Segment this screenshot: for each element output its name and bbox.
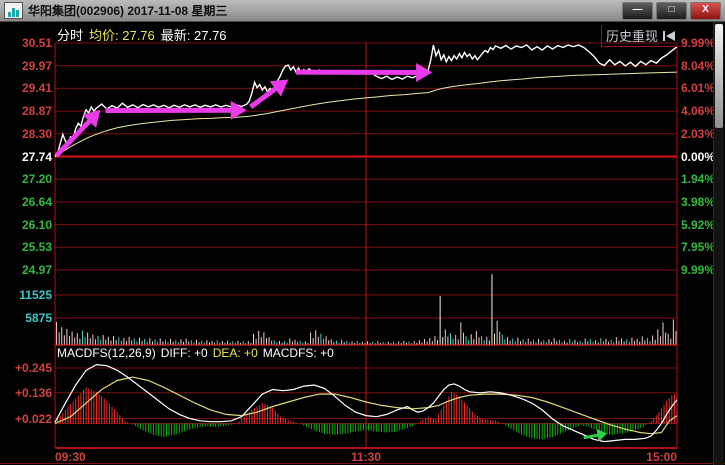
price-axis-label: 25.53 [22,240,52,254]
time-axis-label: 15:00 [646,450,677,464]
price-axis-label: 26.10 [22,218,52,232]
vertical-scrollbar[interactable] [713,22,724,465]
percent-axis-label: 4.06% [681,104,715,118]
price-axis-label: 29.41 [22,81,52,95]
intraday-chart[interactable] [0,0,725,465]
percent-axis-label: 3.98% [681,195,715,209]
percent-axis-label: 9.99% [681,263,715,277]
price-axis-label: 27.74 [22,150,52,164]
app-icon [4,2,23,19]
maximize-button[interactable]: □ [656,2,687,20]
percent-axis-label: 8.04% [681,59,715,73]
window-controls: — □ X [622,2,721,20]
time-axis-label: 09:30 [55,450,86,464]
price-axis-label: 28.30 [22,127,52,141]
window-title: 华阳集团(002906) 2017-11-08 星期三 [28,2,227,19]
percent-axis-label: 9.99% [681,36,715,50]
macd-axis-label: +0.245 [15,361,52,375]
close-button[interactable]: X [690,2,721,20]
minimize-button[interactable]: — [622,2,653,20]
price-axis-label: 28.87 [22,104,52,118]
volume-axis-label: 11525 [19,288,52,302]
price-axis-label: 29.97 [22,59,52,73]
percent-axis-label: 0.00% [681,150,715,164]
price-axis-label: 24.97 [22,263,52,277]
percent-axis-label: 2.03% [681,127,715,141]
quote-info-row: 分时均价: 27.76 最新: 27.76 [57,25,233,44]
title-bar: 华阳集团(002906) 2017-11-08 星期三 — □ X [0,0,725,22]
time-axis-label: 11:30 [351,450,381,464]
history-replay-label: 历史重现 [606,26,658,45]
macd-axis-label: +0.136 [15,386,52,400]
mode-label: 分时 [57,28,83,43]
macd-formula-label: MACDFS(12,26,9) [57,346,156,360]
app-window: 华阳集团(002906) 2017-11-08 星期三 — □ X 分时均价: … [0,0,725,465]
percent-axis-label: 5.92% [681,218,715,232]
price-axis-label: 27.20 [22,172,52,186]
history-replay-button[interactable]: 历史重现 [601,25,679,47]
macd-macdfs-value: MACDFS: +0 [263,346,334,360]
price-axis-label: 30.51 [22,36,52,50]
percent-axis-label: 7.95% [681,240,715,254]
macd-dea-value: DEA: +0 [213,346,258,360]
macd-axis-label: +0.022 [15,412,52,426]
percent-axis-label: 1.94% [681,172,715,186]
skip-to-start-icon [662,30,677,42]
macd-diff-value: DIFF: +0 [161,346,208,360]
average-price-label: 均价: 27.76 [89,28,155,43]
volume-axis-label: 5875 [25,311,52,325]
last-price-label: 最新: 27.76 [161,28,227,43]
price-axis-label: 26.64 [22,195,52,209]
percent-axis-label: 6.01% [681,81,715,95]
scrollbar-thumb[interactable] [715,24,723,128]
macd-header-row: MACDFS(12,26,9) DIFF: +0 DEA: +0 MACDFS: +0 [57,346,339,360]
